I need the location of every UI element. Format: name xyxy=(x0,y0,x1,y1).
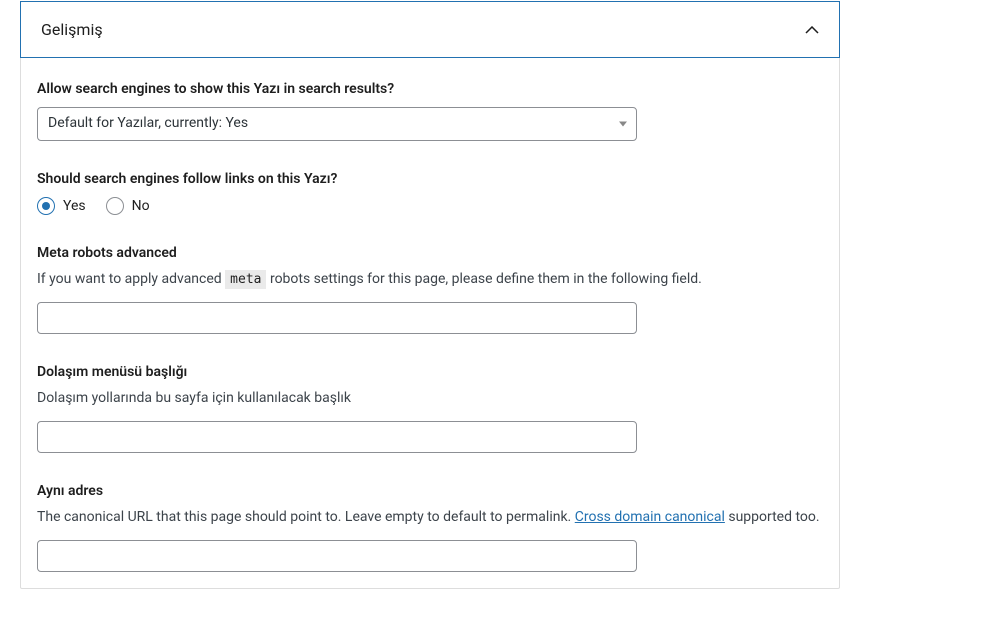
allow-search-field: Allow search engines to show this Yazı i… xyxy=(37,81,823,141)
canonical-field: Aynı adres The canonical URL that this p… xyxy=(37,483,823,572)
meta-code: meta xyxy=(225,270,266,289)
meta-robots-field: Meta robots advanced If you want to appl… xyxy=(37,245,823,334)
meta-robots-label: Meta robots advanced xyxy=(37,245,823,261)
panel-body: Allow search engines to show this Yazı i… xyxy=(21,57,839,588)
breadcrumb-input[interactable] xyxy=(37,421,637,453)
chevron-up-icon xyxy=(805,23,819,37)
desc-text: supported too. xyxy=(725,509,820,525)
radio-icon xyxy=(37,197,55,215)
canonical-desc: The canonical URL that this page should … xyxy=(37,507,823,528)
allow-search-select[interactable]: Default for Yazılar, currently: Yes xyxy=(37,107,637,141)
canonical-label: Aynı adres xyxy=(37,483,823,499)
meta-robots-desc: If you want to apply advanced meta robot… xyxy=(37,269,823,290)
breadcrumb-label: Dolaşım menüsü başlığı xyxy=(37,364,823,380)
radio-icon xyxy=(106,197,124,215)
desc-text: robots settings for this page, please de… xyxy=(266,271,701,287)
follow-links-radiogroup: Yes No xyxy=(37,197,823,215)
allow-search-label: Allow search engines to show this Yazı i… xyxy=(37,81,823,97)
breadcrumb-field: Dolaşım menüsü başlığı Dolaşım yollarınd… xyxy=(37,364,823,453)
desc-text: The canonical URL that this page should … xyxy=(37,509,575,525)
allow-search-value: Default for Yazılar, currently: Yes xyxy=(37,107,637,141)
follow-links-no-radio[interactable]: No xyxy=(106,197,150,215)
panel-title: Gelişmiş xyxy=(41,20,103,39)
follow-links-label: Should search engines follow links on th… xyxy=(37,171,823,187)
desc-text: If you want to apply advanced xyxy=(37,271,225,287)
radio-label-no: No xyxy=(132,198,150,214)
follow-links-field: Should search engines follow links on th… xyxy=(37,171,823,215)
breadcrumb-desc: Dolaşım yollarında bu sayfa için kullanı… xyxy=(37,388,823,409)
meta-robots-input[interactable] xyxy=(37,302,637,334)
canonical-input[interactable] xyxy=(37,540,637,572)
follow-links-yes-radio[interactable]: Yes xyxy=(37,197,86,215)
cross-domain-link[interactable]: Cross domain canonical xyxy=(575,509,725,525)
advanced-panel: Gelişmiş Allow search engines to show th… xyxy=(20,1,840,589)
radio-label-yes: Yes xyxy=(63,198,86,214)
panel-header[interactable]: Gelişmiş xyxy=(20,1,840,58)
